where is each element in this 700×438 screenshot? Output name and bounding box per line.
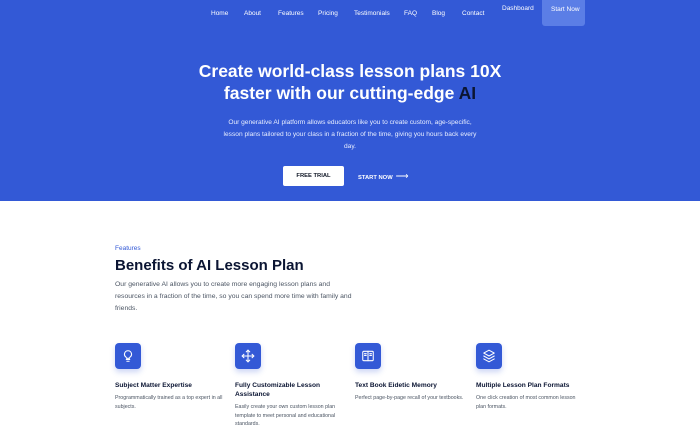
nav-blog[interactable]: Blog bbox=[432, 10, 445, 17]
feature-title: Multiple Lesson Plan Formats bbox=[476, 382, 570, 389]
nav-about[interactable]: About bbox=[244, 10, 261, 17]
feature-icon-box bbox=[115, 343, 141, 369]
feature-card-expertise: Subject Matter Expertise Programmaticall… bbox=[115, 343, 225, 411]
features-description: Our generative AI allows you to create m… bbox=[115, 281, 352, 313]
nav-contact[interactable]: Contact bbox=[462, 10, 484, 17]
nav-features[interactable]: Features bbox=[278, 10, 304, 17]
open-book-icon bbox=[362, 350, 374, 362]
feature-card-formats: Multiple Lesson Plan Formats One click c… bbox=[476, 343, 586, 411]
top-nav: Home About Features Pricing Testimonials… bbox=[0, 0, 700, 28]
hero-title-line1: Create world-class lesson plans 10X bbox=[198, 61, 502, 81]
feature-icon-box bbox=[355, 343, 381, 369]
feature-description: One click creation of most common lesson… bbox=[476, 395, 576, 410]
feature-card-memory: Text Book Eidetic Memory Perfect page-by… bbox=[355, 343, 465, 403]
hero-subtitle: Our generative AI platform allows educat… bbox=[223, 119, 477, 150]
feature-title: Fully Customizable Lesson Assistance bbox=[235, 382, 321, 398]
feature-card-customizable: Fully Customizable Lesson Assistance Eas… bbox=[235, 343, 345, 429]
nav-start-now-button[interactable]: Start Now bbox=[542, 0, 585, 26]
lightbulb-icon bbox=[123, 350, 133, 362]
nav-faq[interactable]: FAQ bbox=[404, 10, 417, 17]
feature-icon-box bbox=[235, 343, 261, 369]
feature-icon-box bbox=[476, 343, 502, 369]
nav-pricing[interactable]: Pricing bbox=[318, 10, 338, 17]
hero-title-highlight: AI bbox=[458, 82, 477, 103]
hero-section: Home About Features Pricing Testimonials… bbox=[0, 0, 700, 201]
start-now-button[interactable]: START NOW ⟶ bbox=[358, 166, 409, 186]
feature-title: Subject Matter Expertise bbox=[115, 382, 192, 389]
feature-description: Perfect page-by-page recall of your text… bbox=[355, 395, 464, 401]
features-title: Benefits of AI Lesson Plan bbox=[115, 257, 304, 274]
move-arrows-icon bbox=[241, 349, 255, 363]
hero-title-line2: faster with our cutting-edge bbox=[223, 82, 455, 103]
nav-dashboard[interactable]: Dashboard bbox=[502, 5, 534, 12]
feature-description: Easily create your own custom lesson pla… bbox=[235, 404, 336, 428]
features-eyebrow: Features bbox=[115, 245, 141, 252]
hero-title: Create world-class lesson plans 10X fast… bbox=[150, 61, 550, 104]
arrow-right-icon: ⟶ bbox=[395, 171, 409, 181]
free-trial-button[interactable]: FREE TRIAL bbox=[283, 166, 344, 186]
nav-testimonials[interactable]: Testimonials bbox=[354, 10, 390, 17]
feature-title: Text Book Eidetic Memory bbox=[355, 382, 437, 389]
layers-icon bbox=[483, 349, 495, 363]
start-now-label: START NOW bbox=[358, 175, 393, 181]
nav-home[interactable]: Home bbox=[211, 10, 228, 17]
feature-description: Programmatically trained as a top expert… bbox=[115, 395, 223, 410]
